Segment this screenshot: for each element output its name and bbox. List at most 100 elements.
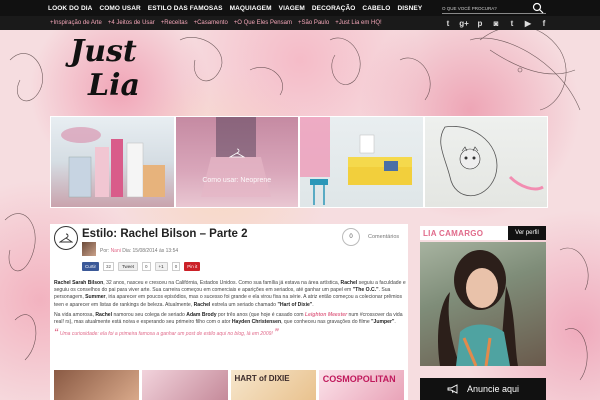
secondary-nav: +Inspiração de Arte +4 Jeitos de Usar +R… (0, 16, 600, 30)
logo-line1: Just (70, 34, 137, 69)
nav-estilo-das-famosas[interactable]: ESTILO DAS FAMOSAS (148, 5, 223, 12)
body-text: , que conheceu nas gravações do filme (281, 319, 372, 326)
share-bar: Curtir 32 Tweet 0 +1 0 Pin it (82, 262, 201, 271)
twitter-icon[interactable]: t (442, 17, 454, 29)
leighton-meester-link[interactable]: Leighton Meester (305, 312, 347, 318)
thumb-magazine-cover[interactable] (142, 370, 228, 400)
body-text: namorou seu colega de seriado (112, 311, 187, 318)
body-text: . (312, 301, 314, 308)
youtube-icon[interactable]: ▶ (522, 17, 534, 29)
thumb-cosmopolitan[interactable]: COSMOPOLITAN (318, 370, 404, 400)
advertise-button[interactable]: Anuncie aqui (420, 378, 546, 400)
body-text: Na vida amorosa, (54, 311, 96, 318)
slide-perfumes[interactable] (51, 117, 174, 207)
nav-como-usar[interactable]: COMO USAR (99, 5, 140, 12)
main-nav: LOOK DO DIA COMO USAR ESTILO DAS FAMOSAS… (0, 0, 600, 16)
neoprene-skirt-image (200, 117, 271, 197)
subnav-just-lia-em-hq[interactable]: +Just Lia em HQ! (335, 20, 382, 26)
bold-text: Rachel (193, 301, 211, 308)
view-profile-button[interactable]: Ver perfil (508, 226, 546, 240)
google-plus-count: 0 (171, 262, 181, 271)
subnav-inspiracao-de-arte[interactable]: +Inspiração de Arte (50, 20, 102, 26)
yellow-sofa-image (300, 117, 412, 205)
bold-text: "The O.C." (352, 287, 379, 294)
google-plus-icon[interactable]: g+ (458, 17, 470, 29)
author-avatar (82, 242, 96, 256)
pinterest-icon[interactable]: p (474, 17, 486, 29)
bold-text: Hayden Christensen (231, 319, 282, 326)
featured-slider: Como usar: Neoprene (50, 116, 548, 208)
post-paragraph-1: Rachel Sarah Bilson, 32 anos, nasceu e c… (54, 280, 406, 309)
slide-neoprene[interactable]: Como usar: Neoprene (175, 117, 298, 207)
comments-label[interactable]: Comentários (368, 234, 399, 240)
perfume-bottles-image (61, 127, 165, 198)
post-category-icon (54, 226, 78, 250)
hanger-icon (59, 233, 73, 243)
facebook-like-count: 32 (103, 262, 115, 271)
post-body: Rachel Sarah Bilson, 32 anos, nasceu e c… (54, 280, 406, 341)
facebook-like-button[interactable]: Curtir (82, 262, 99, 271)
thumb-hart-of-dixie[interactable]: HART of DIXIE (230, 370, 316, 400)
bold-text: Rachel Sarah Bilson (54, 280, 104, 286)
post-title[interactable]: Estilo: Rachel Bilson – Parte 2 (82, 228, 248, 240)
logo-line2: Lia (88, 68, 140, 103)
slide-cat[interactable] (424, 117, 547, 207)
bold-text: Summer (85, 294, 106, 301)
tweet-count: 0 (142, 262, 151, 271)
tumblr-icon[interactable]: t (506, 17, 518, 29)
tweet-button[interactable]: Tweet (118, 262, 139, 271)
thumb-label: COSMOPOLITAN (322, 374, 396, 384)
nav-viagem[interactable]: VIAGEM (279, 5, 305, 12)
quote-text: Uma curiosidade: ela foi a primeira famo… (59, 331, 273, 338)
bold-text: Rachel (340, 280, 358, 286)
megaphone-icon (447, 384, 458, 394)
cat-illustration-image (439, 125, 544, 197)
subnav-4-jeitos-de-usar[interactable]: +4 Jeitos de Usar (108, 20, 155, 26)
profile-portrait (438, 250, 518, 366)
pin-it-button[interactable]: Pin it (184, 262, 201, 271)
search-icon[interactable] (532, 2, 544, 14)
social-links: t g+ p ◙ t ▶ f (442, 17, 554, 29)
bold-text: "Jumper" (371, 319, 395, 326)
body-text: . (394, 319, 396, 326)
subnav-casamento[interactable]: +Casamento (194, 20, 228, 26)
profile-header: LIA CAMARGO Ver perfil (420, 226, 546, 240)
profile-name: LIA CAMARGO (423, 228, 484, 238)
facebook-icon[interactable]: f (538, 17, 550, 29)
bold-text: Rachel (95, 311, 113, 318)
open-quote-icon: “ (54, 327, 59, 338)
post-quote: “ Uma curiosidade: ela foi a primeira fa… (54, 327, 406, 338)
post-image-strip: HART of DIXIE COSMOPOLITAN (54, 370, 404, 400)
subnav-sao-paulo[interactable]: +São Paulo (298, 20, 329, 26)
hanger-icon (228, 148, 245, 158)
subnav-receitas[interactable]: +Receitas (161, 20, 188, 26)
subnav-o-que-eles-pensam[interactable]: +O Que Eles Pensam (234, 20, 292, 26)
blog-post: Estilo: Rachel Bilson – Parte 2 0 Coment… (50, 224, 408, 400)
thumb-label: HART of DIXIE (234, 374, 290, 383)
slide-sofa[interactable] (300, 117, 423, 207)
google-plus-button[interactable]: +1 (154, 262, 168, 271)
nav-disney[interactable]: DISNEY (397, 5, 422, 12)
post-meta: Por: Nani Dia: 15/08/2014 às 13:54 (100, 248, 178, 254)
nav-look-do-dia[interactable]: LOOK DO DIA (48, 5, 92, 12)
thumb-couple-photo[interactable] (54, 370, 140, 400)
comments-count[interactable]: 0 (342, 228, 360, 246)
nav-cabelo[interactable]: CABELO (362, 5, 390, 12)
meta-prefix: Por: (100, 248, 110, 254)
author-link[interactable]: Nani (111, 248, 121, 254)
close-quote-icon: ” (274, 327, 279, 338)
profile-photo[interactable] (420, 242, 546, 366)
advertise-label: Anuncie aqui (466, 384, 520, 394)
meta-date: Dia: 15/08/2014 às 13:54 (122, 248, 179, 254)
bold-text: "Hart of Dixie" (277, 301, 313, 308)
nav-decoracao[interactable]: DECORAÇÃO (312, 5, 356, 12)
body-text: , 32 anos, nasceu e cresceu na Califórni… (103, 280, 341, 286)
bold-text: Adam Brody (186, 311, 217, 318)
instagram-icon[interactable]: ◙ (490, 17, 502, 29)
nav-maquiagem[interactable]: MAQUIAGEM (230, 5, 272, 12)
search-input[interactable]: O QUE VOCÊ PROCURA? (442, 3, 546, 14)
body-text: por três anos (que hoje é casado com (216, 311, 305, 318)
post-paragraph-2: Na vida amorosa, Rachel namorou seu cole… (54, 312, 406, 326)
site-logo[interactable]: Just Lia (70, 34, 170, 114)
body-text: estrela um seriado chamado (210, 301, 278, 308)
